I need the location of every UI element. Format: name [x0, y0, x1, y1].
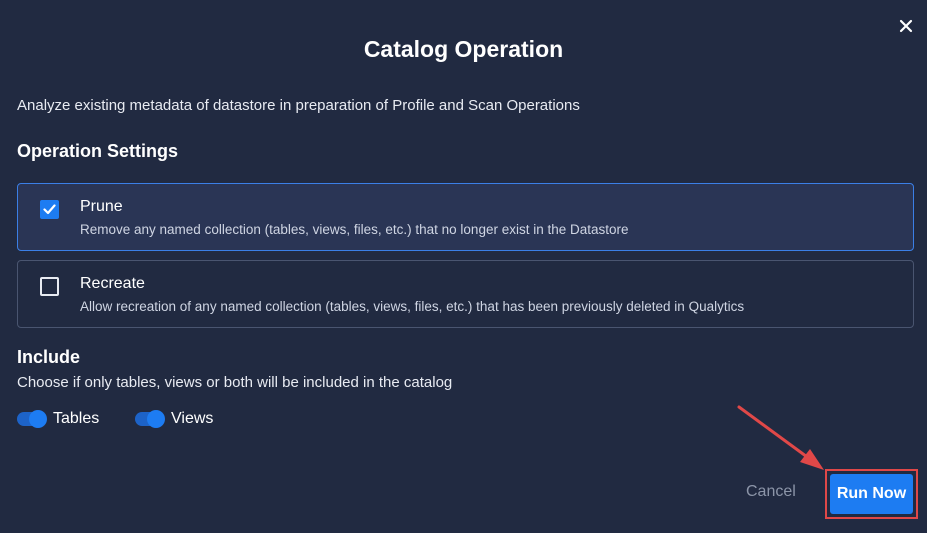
views-toggle[interactable]: Views: [135, 410, 213, 428]
check-icon: [43, 204, 56, 215]
recreate-checkbox[interactable]: [40, 277, 59, 296]
option-card-prune[interactable]: Prune Remove any named collection (table…: [17, 183, 914, 251]
views-toggle-label: Views: [171, 410, 214, 427]
dialog-title: Catalog Operation: [363, 36, 564, 62]
dialog-description: Analyze existing metadata of datastore i…: [17, 97, 580, 114]
switch-knob: [147, 410, 165, 428]
prune-checkbox[interactable]: [40, 200, 59, 219]
recreate-description: Allow recreation of any named collection…: [80, 299, 745, 314]
recreate-label: Recreate: [80, 275, 145, 292]
views-switch[interactable]: [135, 410, 165, 428]
tables-toggle[interactable]: Tables: [17, 410, 99, 428]
close-button[interactable]: [894, 14, 918, 38]
run-now-highlight: Run Now: [825, 469, 918, 519]
close-icon: [899, 19, 913, 33]
tables-switch[interactable]: [17, 410, 47, 428]
include-heading: Include: [17, 347, 81, 367]
include-description: Choose if only tables, views or both wil…: [17, 374, 453, 391]
switch-knob: [29, 410, 47, 428]
catalog-operation-dialog: Catalog Operation Analyze existing metad…: [0, 0, 927, 533]
prune-label: Prune: [80, 198, 123, 215]
cancel-button[interactable]: Cancel: [746, 483, 796, 501]
option-card-recreate[interactable]: Recreate Allow recreation of any named c…: [17, 260, 914, 328]
run-now-button[interactable]: Run Now: [830, 474, 913, 514]
tables-toggle-label: Tables: [53, 410, 100, 427]
prune-description: Remove any named collection (tables, vie…: [80, 222, 629, 237]
operation-settings-heading: Operation Settings: [17, 141, 179, 161]
